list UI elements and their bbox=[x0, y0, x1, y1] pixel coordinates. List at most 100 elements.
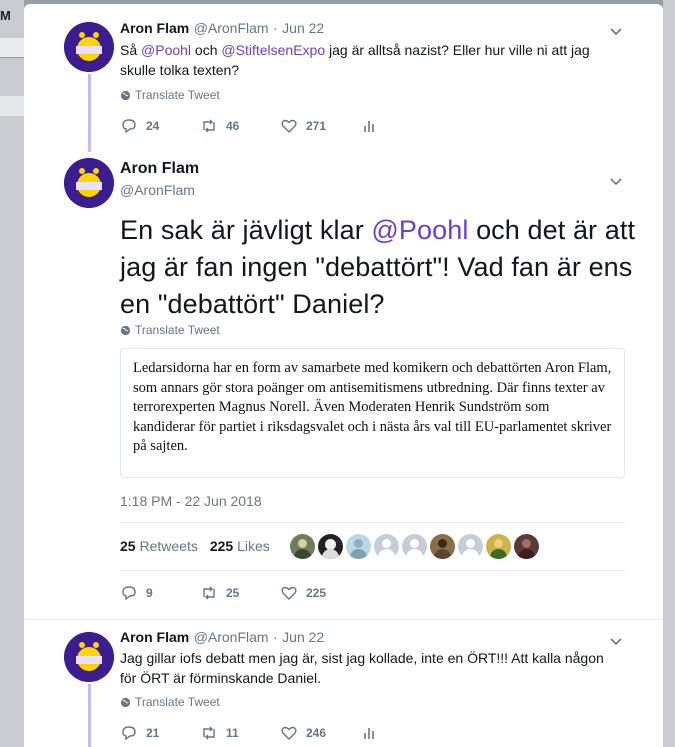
author-name[interactable]: Aron Flam bbox=[120, 160, 199, 178]
translate-label: Translate Tweet bbox=[135, 323, 220, 337]
analytics-button[interactable] bbox=[360, 724, 440, 742]
tweet-actions: 21 11 246 bbox=[120, 724, 440, 742]
author-name[interactable]: Aron Flam bbox=[120, 20, 189, 36]
tweet-text: Jag gillar iofs debatt men jag är, sist … bbox=[120, 650, 604, 686]
reply-icon bbox=[122, 726, 136, 741]
like-count: 246 bbox=[306, 726, 327, 740]
retweet-icon bbox=[203, 119, 215, 133]
chevron-down-icon[interactable] bbox=[609, 24, 623, 38]
retweet-count: 46 bbox=[226, 119, 240, 133]
quoted-text-card[interactable]: Ledarsidorna har en form av samarbete me… bbox=[120, 348, 625, 478]
divider bbox=[120, 522, 625, 523]
tweet-header: Aron Flam @AronFlam · Jun 22 bbox=[120, 20, 324, 38]
translate-tweet-link[interactable]: Translate Tweet bbox=[120, 323, 220, 337]
reply-icon bbox=[122, 119, 136, 134]
reply-count: 9 bbox=[146, 586, 153, 600]
background-app-letter: M bbox=[0, 8, 11, 23]
retweet-button[interactable]: 11 bbox=[200, 724, 280, 742]
liker-avatar[interactable] bbox=[402, 534, 427, 559]
globe-icon bbox=[120, 90, 131, 100]
tweet-header: Aron Flam @AronFlam · Jun 22 bbox=[120, 629, 324, 647]
globe-icon bbox=[120, 325, 131, 335]
author-handle[interactable]: @AronFlam bbox=[194, 20, 269, 36]
like-total: 225 bbox=[209, 538, 234, 554]
liker-avatar[interactable] bbox=[486, 534, 511, 559]
like-icon bbox=[281, 586, 297, 600]
like-stat-label: Likes bbox=[237, 538, 270, 554]
translate-label: Translate Tweet bbox=[135, 88, 220, 102]
background-window: M bbox=[0, 0, 24, 747]
text-segment: och bbox=[191, 42, 222, 58]
chevron-down-icon[interactable] bbox=[609, 634, 623, 648]
tweet-stats: 25 Retweets 225 Likes bbox=[120, 538, 270, 554]
likes-stat[interactable]: 225 Likes bbox=[210, 538, 270, 554]
author-handle[interactable]: @AronFlam bbox=[194, 629, 269, 645]
thread-line-bottom bbox=[88, 684, 91, 747]
liker-avatar[interactable] bbox=[430, 534, 455, 559]
tweet-date[interactable]: Jun 22 bbox=[282, 629, 324, 645]
retweet-count: 25 bbox=[226, 586, 240, 600]
liker-avatar[interactable] bbox=[290, 534, 315, 559]
thread-line-top bbox=[88, 74, 91, 152]
separator: · bbox=[273, 20, 278, 36]
mention-link[interactable]: @Poohl bbox=[141, 42, 191, 58]
reply-count: 21 bbox=[146, 726, 160, 740]
avatar[interactable] bbox=[64, 22, 114, 72]
like-icon bbox=[281, 119, 297, 133]
tweet-thread-modal: Aron Flam @AronFlam · Jun 22 Så @Poohl o… bbox=[24, 4, 663, 747]
like-count: 225 bbox=[306, 586, 327, 600]
reply-button[interactable]: 21 bbox=[120, 724, 200, 742]
liker-avatar[interactable] bbox=[514, 534, 539, 559]
liker-avatar[interactable] bbox=[318, 534, 343, 559]
avatar[interactable] bbox=[64, 158, 114, 208]
background-right-edge bbox=[663, 0, 675, 747]
like-button[interactable]: 246 bbox=[280, 724, 360, 742]
like-button[interactable]: 225 bbox=[280, 584, 360, 602]
translate-tweet-link[interactable]: Translate Tweet bbox=[120, 88, 220, 102]
analytics-icon bbox=[364, 121, 374, 132]
like-count: 271 bbox=[306, 119, 327, 133]
separator: · bbox=[273, 629, 278, 645]
retweet-icon bbox=[203, 586, 215, 600]
tweet-actions: 9 25 225 bbox=[120, 584, 360, 602]
background-row bbox=[0, 96, 24, 116]
retweets-stat[interactable]: 25 Retweets bbox=[120, 538, 198, 554]
globe-icon bbox=[120, 697, 131, 707]
retweet-count: 11 bbox=[226, 726, 239, 740]
like-button[interactable]: 271 bbox=[280, 117, 360, 135]
tweet-text: Så @Poohl och @StiftelsenExpo jag är all… bbox=[120, 40, 620, 80]
retweet-button[interactable]: 25 bbox=[200, 584, 280, 602]
retweet-button[interactable]: 46 bbox=[200, 117, 280, 135]
liker-avatar[interactable] bbox=[346, 534, 371, 559]
reply-count: 24 bbox=[146, 119, 160, 133]
tweet-date[interactable]: Jun 22 bbox=[282, 20, 324, 36]
background-toolbar bbox=[0, 38, 24, 58]
divider bbox=[24, 619, 663, 620]
liker-avatar[interactable] bbox=[374, 534, 399, 559]
reply-icon bbox=[122, 586, 136, 601]
text-segment: Så bbox=[120, 42, 142, 58]
tweet-actions: 24 46 271 bbox=[120, 117, 440, 135]
mention-link[interactable]: @Poohl bbox=[371, 215, 468, 245]
avatar[interactable] bbox=[64, 632, 114, 682]
retweet-icon bbox=[203, 726, 215, 740]
divider bbox=[120, 570, 625, 571]
like-icon bbox=[281, 726, 297, 740]
analytics-button[interactable] bbox=[360, 117, 440, 135]
author-name[interactable]: Aron Flam bbox=[120, 629, 189, 645]
tweet-timestamp[interactable]: 1:18 PM - 22 Jun 2018 bbox=[120, 493, 262, 509]
translate-tweet-link[interactable]: Translate Tweet bbox=[120, 695, 220, 709]
reply-button[interactable]: 9 bbox=[120, 584, 200, 602]
translate-label: Translate Tweet bbox=[135, 695, 220, 709]
retweet-total: 25 bbox=[120, 538, 136, 554]
reply-button[interactable]: 24 bbox=[120, 117, 200, 135]
likers-avatars bbox=[290, 534, 539, 559]
liker-avatar[interactable] bbox=[458, 534, 483, 559]
retweet-stat-label: Retweets bbox=[139, 538, 198, 554]
analytics-icon bbox=[364, 728, 374, 739]
text-segment: En sak är jävligt klar bbox=[120, 215, 372, 245]
chevron-down-icon[interactable] bbox=[609, 174, 623, 188]
author-handle[interactable]: @AronFlam bbox=[120, 182, 195, 198]
tweet-text: En sak är jävligt klar @Poohl och det är… bbox=[120, 212, 640, 323]
mention-link[interactable]: @StiftelsenExpo bbox=[221, 42, 325, 58]
